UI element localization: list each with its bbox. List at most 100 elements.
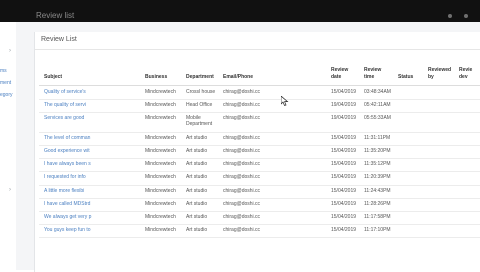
cell-email: chirag@doshi.cc	[223, 102, 261, 108]
cell-review-time: 11:20:39PM	[364, 174, 391, 180]
cell-review-date: 15/04/2019	[331, 161, 357, 167]
main-content: Review List Subject Business Department …	[16, 22, 480, 272]
cell-review-date: 15/04/2019	[331, 227, 357, 233]
cell-email: chirag@doshi.cc	[223, 135, 261, 141]
cell-business: Mindcrewtech	[145, 214, 176, 220]
col-header-review-time[interactable]: Review time	[364, 67, 388, 81]
cell-review-date: 15/04/2019	[331, 188, 357, 194]
cell-business: Mindcrewtech	[145, 89, 176, 95]
cell-business: Mindcrewtech	[145, 161, 176, 167]
cell-department: Mobile Department	[186, 115, 213, 127]
col-header-review-date[interactable]: Review date	[331, 67, 355, 81]
table-row[interactable]: A little more flexibi Mindcrewtech Art stu…	[39, 185, 480, 199]
table-row[interactable]: Quality of service's Mindcrewtech Crossl h…	[39, 86, 480, 100]
cell-business: Mindcrewtech	[145, 201, 176, 207]
cell-review-time: 11:35:20PM	[364, 148, 391, 154]
cell-department: Head Office	[186, 102, 213, 108]
cell-email: chirag@doshi.cc	[223, 188, 261, 194]
page-title: Review list	[36, 11, 75, 20]
cell-review-date: 19/04/2019	[331, 102, 357, 108]
cell-business: Mindcrewtech	[145, 227, 176, 233]
table-row[interactable]: Good experience wit Mindcrewtech Art studi…	[39, 145, 480, 159]
review-list-card: Review List Subject Business Department …	[34, 32, 480, 272]
cell-subject[interactable]: I requested for info	[44, 174, 86, 180]
mouse-cursor-icon	[281, 96, 289, 106]
cell-review-date: 15/04/2019	[331, 201, 357, 207]
cell-subject[interactable]: The level of comman	[44, 135, 90, 141]
cell-subject[interactable]: We always get very p	[44, 214, 91, 220]
cell-review-time: 11:31:11PM	[364, 135, 391, 141]
cell-email: chirag@doshi.cc	[223, 174, 261, 180]
cell-email: chirag@doshi.cc	[223, 148, 261, 154]
cell-subject[interactable]: Services are good	[44, 115, 84, 121]
cell-business: Mindcrewtech	[145, 188, 176, 194]
table-row[interactable]: I have always been s Mindcrewtech Art stud…	[39, 158, 480, 172]
cell-department: Art studio	[186, 135, 208, 141]
cell-review-date: 15/04/2019	[331, 174, 357, 180]
col-header-review-dev[interactable]: Revie dev	[459, 67, 479, 81]
chevron-icon[interactable]: ›	[9, 48, 11, 54]
cell-department: Art studio	[186, 214, 208, 220]
sidebar: › ms ment egory ›	[0, 22, 16, 270]
col-header-department[interactable]: Department	[186, 74, 214, 81]
col-header-status[interactable]: Status	[398, 74, 413, 81]
cell-business: Mindcrewtech	[145, 102, 176, 108]
cell-subject[interactable]: I have always been s	[44, 161, 91, 167]
cell-department: Crossl house	[186, 89, 216, 95]
cell-review-date: 15/04/2019	[331, 148, 357, 154]
cell-business: Mindcrewtech	[145, 148, 176, 154]
table-row[interactable]: I requested for info Mindcrewtech Art stud…	[39, 171, 480, 186]
cell-email: chirag@doshi.cc	[223, 227, 261, 233]
cell-department: Art studio	[186, 148, 208, 154]
cell-subject[interactable]: Quality of service's	[44, 89, 86, 95]
cell-review-date: 15/04/2019	[331, 89, 357, 95]
cell-review-time: 11:28:26PM	[364, 201, 391, 207]
user-menu-icon[interactable]	[464, 14, 468, 18]
table-row[interactable]: You guys keep fun to Mindcrewtech Art stud…	[39, 224, 480, 238]
sidebar-item-department[interactable]: ment	[0, 80, 11, 86]
cell-review-time: 05:42:11AM	[364, 102, 391, 108]
col-header-subject[interactable]: Subject	[44, 74, 62, 81]
cell-email: chirag@doshi.cc	[223, 201, 261, 207]
cell-department: Art studio	[186, 161, 208, 167]
cell-email: chirag@doshi.cc	[223, 89, 261, 95]
cell-subject[interactable]: Good experience wit	[44, 148, 90, 154]
cell-subject[interactable]: A little more flexibi	[44, 188, 84, 194]
cell-review-time: 11:17:58PM	[364, 214, 391, 220]
table-row[interactable]: Services are good Mindcrewtech Mobile Depa…	[39, 112, 480, 133]
cell-business: Mindcrewtech	[145, 115, 176, 121]
divider	[35, 49, 480, 50]
sidebar-item-reviews[interactable]: ms	[0, 68, 7, 74]
col-header-business[interactable]: Business	[145, 74, 167, 81]
table-row[interactable]: We always get very p Mindcrewtech Art stud…	[39, 211, 480, 225]
cell-email: chirag@doshi.cc	[223, 115, 261, 121]
cell-review-time: 03:48:34AM	[364, 89, 391, 95]
cell-business: Mindcrewtech	[145, 135, 176, 141]
cell-subject[interactable]: The quality of servi	[44, 102, 86, 108]
cell-department: Art studio	[186, 227, 208, 233]
cell-business: Mindcrewtech	[145, 174, 176, 180]
cell-review-date: 15/04/2019	[331, 135, 357, 141]
table-row[interactable]: The quality of servi Mindcrewtech Head Off…	[39, 99, 480, 113]
cell-department: Art studio	[186, 188, 208, 194]
table-row[interactable]: I have called MDStrd Mindcrewtech Art stud…	[39, 198, 480, 212]
cell-review-time: 11:24:43PM	[364, 188, 391, 194]
cell-department: Art studio	[186, 201, 208, 207]
cell-review-time: 11:35:12PM	[364, 161, 391, 167]
cell-subject[interactable]: I have called MDStrd	[44, 201, 90, 207]
notification-icon[interactable]	[448, 14, 452, 18]
table-row[interactable]: The level of comman Mindcrewtech Art studi…	[39, 132, 480, 146]
cell-review-date: 15/04/2019	[331, 214, 357, 220]
cell-department: Art studio	[186, 174, 208, 180]
cell-review-date: 19/04/2019	[331, 115, 357, 121]
cell-review-time: 05:55:33AM	[364, 115, 391, 121]
col-header-reviewed-by[interactable]: Reviewed by	[428, 67, 456, 81]
cell-email: chirag@doshi.cc	[223, 161, 261, 167]
top-bar: Review list	[0, 0, 480, 22]
sidebar-item-category[interactable]: egory	[0, 92, 13, 98]
cell-subject[interactable]: You guys keep fun to	[44, 227, 91, 233]
card-title: Review List	[41, 36, 77, 43]
chevron-icon[interactable]: ›	[9, 187, 11, 193]
cell-review-time: 11:17:10PM	[364, 227, 391, 233]
col-header-email[interactable]: Email/Phone	[223, 74, 253, 81]
